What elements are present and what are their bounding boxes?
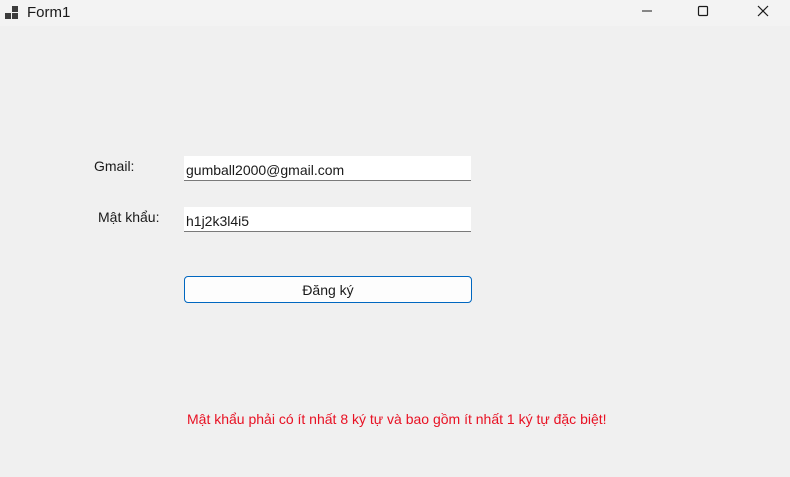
password-field[interactable]: [184, 207, 471, 232]
close-icon: [757, 4, 769, 22]
gmail-label: Gmail:: [94, 158, 135, 174]
form-window: Form1 Gmail: Mật khẩu: Đăng ký Mật khẩu …: [0, 0, 790, 477]
error-message: Mật khẩu phải có ít nhất 8 ký tự và bao …: [187, 411, 607, 427]
maximize-button[interactable]: [680, 0, 726, 26]
title-bar[interactable]: Form1: [0, 0, 790, 26]
window-title: Form1: [27, 4, 71, 21]
minimize-icon: [641, 4, 653, 22]
password-label: Mật khẩu:: [98, 209, 160, 225]
maximize-icon: [697, 4, 709, 22]
app-icon: [4, 5, 20, 21]
close-button[interactable]: [740, 0, 786, 26]
gmail-field[interactable]: [184, 156, 471, 181]
register-button[interactable]: Đăng ký: [184, 276, 472, 303]
minimize-button[interactable]: [624, 0, 670, 26]
